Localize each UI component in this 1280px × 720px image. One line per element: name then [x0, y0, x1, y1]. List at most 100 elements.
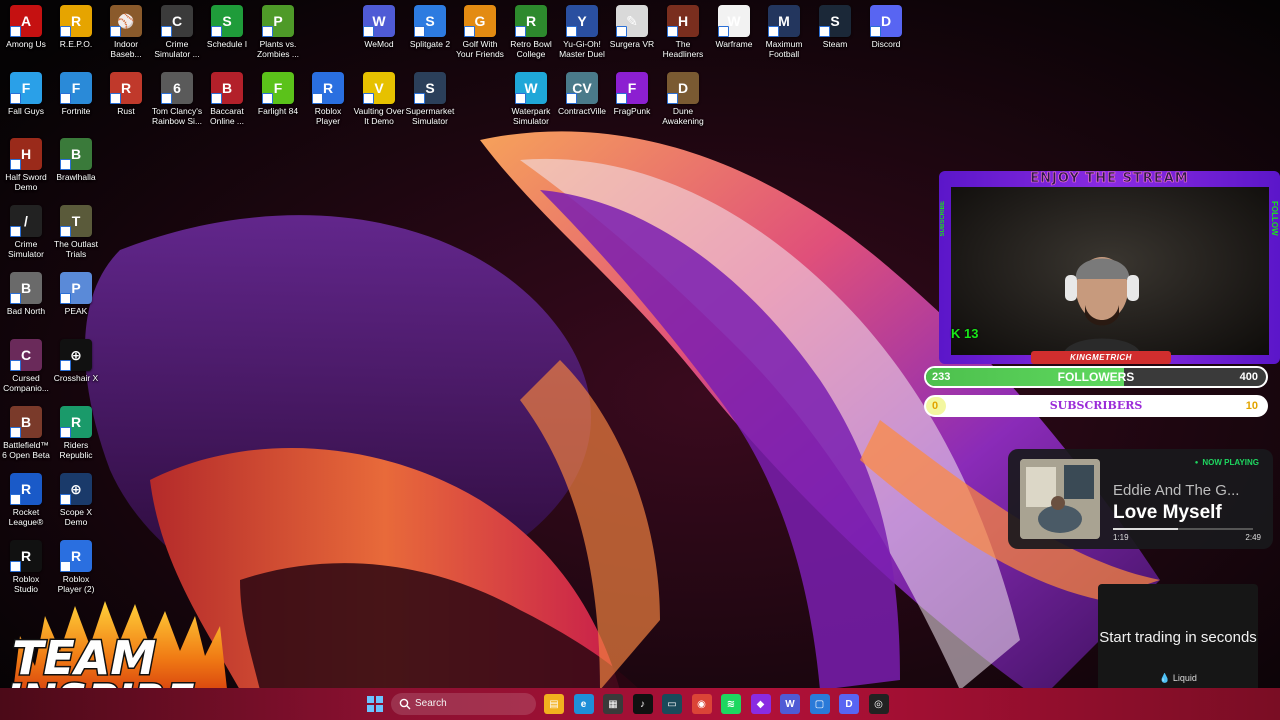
desktop-shortcut-label: Baccarat Online ... [209, 106, 245, 126]
desktop-shortcut-label: Discord [871, 39, 901, 49]
terminal-icon[interactable]: ▭ [662, 694, 682, 714]
taskbar-search[interactable]: Search [391, 693, 536, 715]
desktop-shortcut[interactable]: G Golf With Your Friends [454, 5, 506, 59]
desktop-shortcut[interactable]: B Baccarat Online ... [201, 72, 253, 126]
desktop-shortcut[interactable]: P PEAK [50, 272, 102, 316]
desktop-shortcut-label: Waterpark Simulator [511, 106, 551, 126]
roblox-icon: R [312, 72, 344, 104]
streamer-figure [1063, 257, 1141, 355]
rainbow-six-icon: 6 [161, 72, 193, 104]
now-playing-widget: NOW PLAYING Eddie And The G... Love Myse… [1008, 449, 1273, 549]
start-button[interactable] [365, 694, 385, 714]
desktop-shortcut[interactable]: B Battlefield™ 6 Open Beta [0, 406, 52, 460]
desktop-shortcut[interactable]: D Discord [860, 5, 912, 49]
now-playing-artist: Eddie And The G... [1113, 482, 1240, 499]
dune-icon: D [667, 72, 699, 104]
warframe-icon: W [718, 5, 750, 37]
desktop-shortcut[interactable]: F Fortnite [50, 72, 102, 116]
desktop-shortcut[interactable]: S Schedule I [201, 5, 253, 49]
desktop-shortcut[interactable]: C Crime Simulator ... [151, 5, 203, 59]
obs-icon[interactable]: ◆ [750, 694, 771, 714]
desktop-shortcut[interactable]: R Riders Republic [50, 406, 102, 460]
now-playing-progress-fill [1113, 528, 1179, 530]
peak-icon: P [60, 272, 92, 304]
desktop-shortcut-label: Tom Clancy's Rainbow Si... [151, 106, 203, 126]
crosshair-icon: ⊕ [60, 339, 92, 371]
subscribers-goal-bar: 0 SUBSCRIBERS 10 [924, 395, 1268, 417]
desktop-shortcut[interactable]: W WeMod [353, 5, 405, 49]
desktop-shortcut-label: Warframe [715, 39, 753, 49]
desktop-shortcut-label: Crime Simulator ... [154, 39, 200, 59]
search-label: Search [415, 698, 447, 709]
wemod-taskbar-icon[interactable]: W [780, 694, 800, 714]
window-icon[interactable]: ▢ [809, 694, 830, 714]
desktop-shortcut[interactable]: F FragPunk [606, 72, 658, 116]
taskbar: Search ▤ e ▦ ♪ ▭ ◉ ≋ ◆ W ▢ D ◎ [0, 688, 1280, 720]
desktop-shortcut[interactable]: S Steam [809, 5, 861, 49]
desktop-shortcut[interactable]: R Rust [100, 72, 152, 116]
desktop-shortcut[interactable]: Y Yu-Gi-Oh! Master Duel [556, 5, 608, 59]
golf-icon: G [464, 5, 496, 37]
desktop-shortcut-label: WeMod [364, 39, 394, 49]
webcam-subscribe-label: SUBSCRIBE [940, 201, 946, 237]
desktop-shortcut[interactable]: H The Headliners [657, 5, 709, 59]
desktop-shortcut[interactable]: C Cursed Companio... [0, 339, 52, 393]
desktop-shortcut[interactable]: R R.E.P.O. [50, 5, 102, 49]
github-icon[interactable]: ◎ [868, 694, 889, 714]
surgeon-icon: ✎ [616, 5, 648, 37]
discord-icon: D [870, 5, 902, 37]
desktop-shortcut[interactable]: R Roblox Player [302, 72, 354, 126]
baccarat-icon: B [211, 72, 243, 104]
desktop-shortcut-label: Steam [822, 39, 848, 49]
desktop-shortcut[interactable]: A Among Us [0, 5, 52, 49]
discord-taskbar-icon[interactable]: D [839, 694, 859, 714]
desktop-shortcut-label: Vaulting Over It Demo [353, 106, 405, 126]
desktop-shortcut-label: Plants vs. Zombies ... [256, 39, 300, 59]
desktop-shortcut[interactable]: ⚾ Indoor Baseb... [100, 5, 152, 59]
ad-headline: Start trading in seconds [1099, 629, 1257, 646]
desktop-shortcut[interactable]: W Waterpark Simulator [505, 72, 557, 126]
ad-brand-label: Liquid [1172, 673, 1197, 683]
desktop-shortcut-label: Roblox Player (2) [57, 574, 95, 594]
desktop-shortcut[interactable]: R Roblox Studio [0, 540, 52, 594]
desktop-shortcut[interactable]: S Splitgate 2 [404, 5, 456, 49]
desktop-shortcut[interactable]: F Fall Guys [0, 72, 52, 116]
yugioh-icon: Y [566, 5, 598, 37]
desktop-shortcut[interactable]: T The Outlast Trials [50, 205, 102, 259]
desktop-shortcut-label: Maximum Football [765, 39, 803, 59]
crime-sim-2-icon: / [10, 205, 42, 237]
file-explorer-icon[interactable]: ▤ [544, 694, 564, 714]
desktop-shortcut[interactable]: ✎ Surgera VR [606, 5, 658, 49]
desktop-shortcut-label: Yu-Gi-Oh! Master Duel [559, 39, 605, 59]
desktop-shortcut-label: ContractVille [557, 106, 607, 116]
webcam-follow-label: FOLLOW [1270, 201, 1279, 236]
desktop-shortcut[interactable]: CV ContractVille [556, 72, 608, 116]
store-icon[interactable]: ▦ [603, 694, 623, 714]
subscribers-target: 10 [1245, 400, 1258, 412]
desktop-shortcut[interactable]: F Farlight 84 [252, 72, 304, 116]
supermarket-icon: S [414, 72, 446, 104]
desktop-shortcut[interactable]: D Dune Awakening [657, 72, 709, 126]
desktop-shortcut[interactable]: S Supermarket Simulator [404, 72, 456, 126]
desktop-shortcut[interactable]: B Brawlhalla [50, 138, 102, 182]
chrome-icon[interactable]: ◉ [691, 694, 712, 714]
desktop-shortcut[interactable]: W Warframe [708, 5, 760, 49]
spotify-icon[interactable]: ≋ [721, 694, 741, 714]
desktop-shortcut[interactable]: R Roblox Player (2) [50, 540, 102, 594]
desktop-shortcut-label: Fall Guys [8, 106, 44, 116]
desktop-shortcut[interactable]: ⊕ Scope X Demo [50, 473, 102, 527]
desktop-shortcut[interactable]: R Retro Bowl College [505, 5, 557, 59]
desktop-shortcut[interactable]: P Plants vs. Zombies ... [252, 5, 304, 59]
desktop-shortcut[interactable]: H Half Sword Demo [0, 138, 52, 192]
desktop-shortcut[interactable]: 6 Tom Clancy's Rainbow Si... [151, 72, 203, 126]
desktop-shortcut[interactable]: R Rocket League® [0, 473, 52, 527]
desktop-shortcut[interactable]: M Maximum Football [758, 5, 810, 59]
tiktok-icon[interactable]: ♪ [632, 694, 653, 714]
desktop-shortcut[interactable]: B Bad North [0, 272, 52, 316]
desktop-shortcut[interactable]: V Vaulting Over It Demo [353, 72, 405, 126]
desktop-shortcut[interactable]: / Crime Simulator [0, 205, 52, 259]
desktop-shortcut[interactable]: ⊕ Crosshair X [50, 339, 102, 383]
edge-icon[interactable]: e [573, 694, 594, 714]
desktop-shortcut-label: The Headliners [662, 39, 704, 59]
followers-goal-label: FOLLOWERS [1057, 370, 1135, 384]
